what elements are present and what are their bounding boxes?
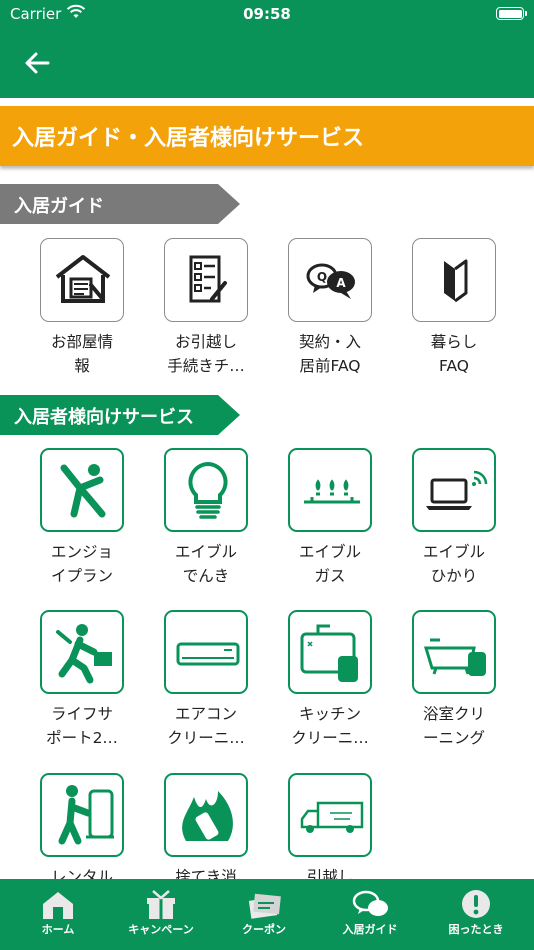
kitchen-sink-icon bbox=[300, 624, 358, 682]
gas-stove-icon bbox=[304, 479, 360, 504]
exclamation-icon bbox=[462, 890, 490, 918]
tile-box bbox=[288, 448, 372, 532]
page-title: 入居ガイド・入居者様向けサービス bbox=[12, 126, 365, 151]
tile-label: 浴室クリ ーニング bbox=[422, 705, 485, 747]
arrow-left-icon[interactable] bbox=[20, 46, 54, 80]
tab-coupon[interactable]: クーポン bbox=[211, 879, 317, 950]
tile-box bbox=[40, 773, 124, 857]
tile-label: エイブル ひかり bbox=[422, 543, 485, 585]
house-document-icon bbox=[55, 255, 111, 303]
bathtub-icon bbox=[423, 638, 486, 676]
tab-campaign[interactable]: キャンペーン bbox=[108, 879, 214, 950]
tile-label: エイブル でんき bbox=[174, 543, 237, 585]
page-banner: 入居ガイド・入居者様向けサービス bbox=[0, 106, 534, 166]
svg-text:A: A bbox=[336, 276, 346, 290]
hand-truck-icon bbox=[58, 785, 114, 845]
tile-box bbox=[164, 238, 248, 322]
tile-label: 暮らし FAQ bbox=[430, 333, 478, 375]
chat-bubbles-icon bbox=[352, 890, 388, 916]
tab-troubleshoot[interactable]: 困ったとき bbox=[423, 879, 529, 950]
qa-bubbles-icon: Q A bbox=[306, 263, 355, 299]
tile-box bbox=[288, 610, 372, 694]
fire-battery-icon bbox=[182, 791, 233, 841]
navigation-bar bbox=[0, 28, 534, 98]
tab-bar: ホーム キャンペーン クーポン 入居ガイド 困ったとき bbox=[0, 879, 534, 950]
tile-label: エアコン クリーニ… bbox=[167, 705, 245, 747]
home-icon bbox=[43, 892, 73, 919]
tile-box bbox=[412, 448, 496, 532]
moving-truck-icon bbox=[300, 801, 364, 833]
tile-box: Q A bbox=[288, 238, 372, 322]
tile-label: ライフサ ポート2… bbox=[46, 705, 118, 747]
tile-label: 契約・入 居前FAQ bbox=[298, 333, 361, 375]
beginner-mark-icon bbox=[444, 259, 468, 303]
section-title-guide: 入居ガイド bbox=[14, 196, 104, 217]
coupon-icon bbox=[248, 893, 281, 919]
checklist-icon bbox=[189, 255, 227, 303]
tab-home[interactable]: ホーム bbox=[5, 879, 111, 950]
tile-box bbox=[412, 610, 496, 694]
repairman-icon bbox=[56, 624, 112, 684]
light-bulb-icon bbox=[188, 461, 228, 519]
tile-box bbox=[40, 238, 124, 322]
gift-icon bbox=[147, 890, 175, 919]
tile-box bbox=[164, 773, 248, 857]
tile-box bbox=[288, 773, 372, 857]
clock: 09:58 bbox=[243, 5, 291, 23]
laptop-wifi-icon bbox=[426, 470, 488, 510]
tile-box bbox=[164, 448, 248, 532]
air-conditioner-icon bbox=[176, 642, 240, 666]
battery-icon bbox=[496, 7, 527, 20]
svg-text:Q: Q bbox=[317, 270, 327, 284]
tile-box bbox=[40, 610, 124, 694]
status-bar: Carrier 09:58 bbox=[0, 0, 534, 28]
section-title-services: 入居者様向けサービス bbox=[14, 407, 194, 428]
tile-box bbox=[164, 610, 248, 694]
tile-box bbox=[412, 238, 496, 322]
jumping-person-icon bbox=[60, 464, 106, 518]
tile-label: お引越し 手続きチ… bbox=[167, 333, 245, 375]
tab-living-guide[interactable]: 入居ガイド bbox=[317, 879, 423, 950]
tile-label: キッチン クリーニ… bbox=[291, 705, 369, 747]
tile-label: お部屋情報 bbox=[50, 333, 113, 375]
tile-box bbox=[40, 448, 124, 532]
tile-label: エイブル ガス bbox=[298, 543, 361, 585]
tile-label: エンジョ イプラン bbox=[50, 543, 113, 585]
